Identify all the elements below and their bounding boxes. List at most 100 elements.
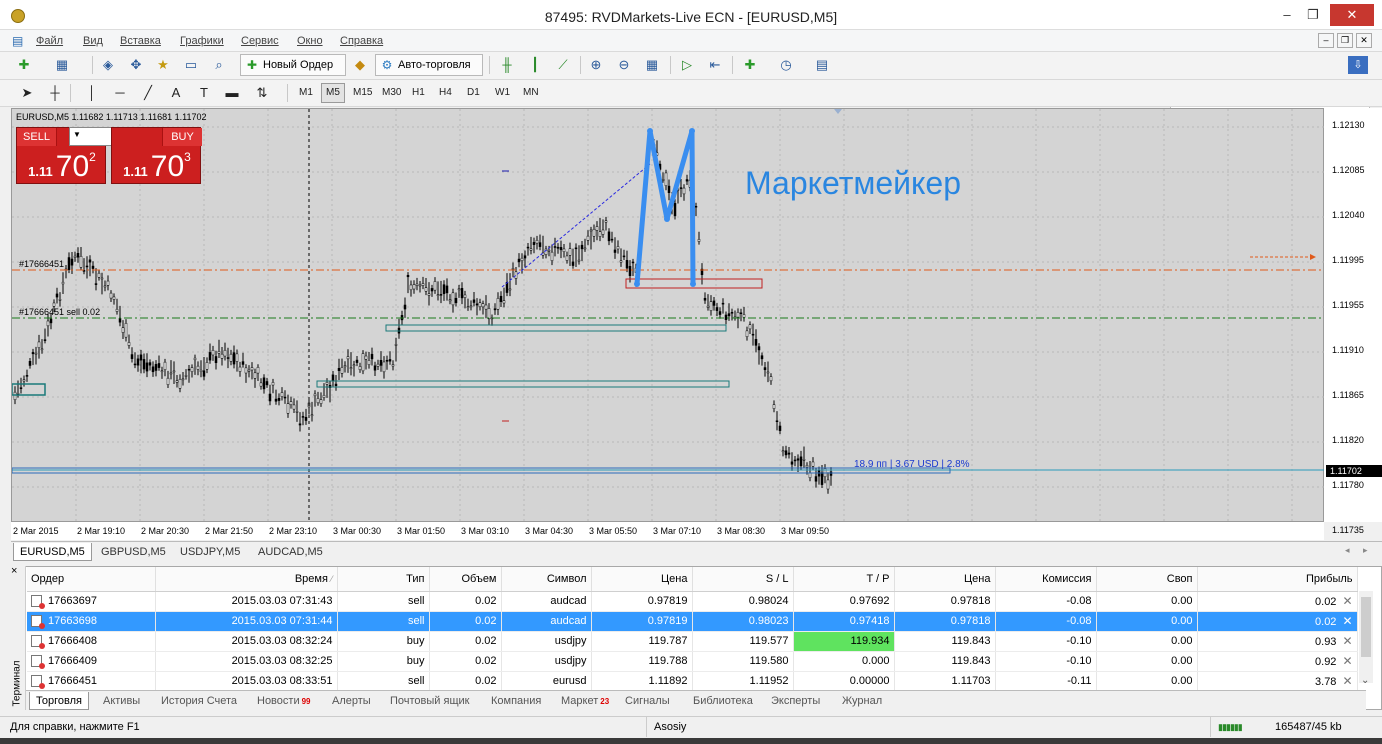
menu-help[interactable]: Справка <box>340 35 383 47</box>
col-type[interactable]: Тип <box>337 567 430 592</box>
terminal-tab[interactable]: Библиотека <box>687 692 759 710</box>
auto-scroll-icon[interactable]: ▷ <box>677 55 697 75</box>
timeframe-m5[interactable]: M5 <box>321 83 345 103</box>
menu-file[interactable]: Файл <box>36 35 63 47</box>
menu-tools[interactable]: Сервис <box>241 35 279 47</box>
col-commission[interactable]: Комиссия <box>995 567 1097 592</box>
favorites-icon[interactable]: ★ <box>153 55 173 75</box>
table-row[interactable]: 17666408 2015.03.03 08:32:24 buy 0.02 usdjpy… <box>27 631 1358 652</box>
terminal-tab[interactable]: Компания <box>485 692 547 710</box>
trendline-icon[interactable]: ╱ <box>138 83 158 103</box>
col-symbol[interactable]: Символ <box>501 567 592 592</box>
timeframe-h4[interactable]: H4 <box>434 83 457 103</box>
timeframe-w1[interactable]: W1 <box>490 83 515 103</box>
col-swap[interactable]: Своп <box>1096 567 1198 592</box>
document-icon[interactable]: ▤ <box>12 34 23 48</box>
text-tool-icon[interactable]: A <box>166 83 186 103</box>
line-chart-icon[interactable]: ⟋ <box>553 55 573 75</box>
volume-down-icon[interactable]: ▼ <box>73 130 81 139</box>
timeframe-h1[interactable]: H1 <box>407 83 430 103</box>
zoom-in-icon[interactable]: ⊕ <box>586 55 606 75</box>
tab-gbpusd-m5[interactable]: GBPUSD,M5 <box>95 543 172 561</box>
profiles-icon[interactable]: ▦ <box>52 55 72 75</box>
terminal-tab[interactable]: Журнал <box>836 692 888 710</box>
tab-usdjpy-m5[interactable]: USDJPY,M5 <box>174 543 246 561</box>
terminal-tab[interactable]: Маркет 23 <box>555 692 615 710</box>
metaeditor-icon[interactable]: ◆ <box>350 55 370 75</box>
price-scale[interactable]: 1.12130 1.12085 1.12040 1.11995 1.11955 1.119… <box>1324 108 1382 625</box>
market-watch-icon[interactable]: ◈ <box>98 55 118 75</box>
table-row[interactable]: 17663697 2015.03.03 07:31:43 sell 0.02 audca… <box>27 591 1358 612</box>
terminal-icon[interactable]: ▭ <box>181 55 201 75</box>
close-order-icon[interactable]: ✕ <box>1342 654 1352 668</box>
menu-insert[interactable]: Вставка <box>120 35 161 47</box>
candlesticks-icon[interactable]: ┃ <box>525 55 545 75</box>
col-tp[interactable]: T / P <box>793 567 895 592</box>
scroll-down-icon[interactable]: ⌄ <box>1361 675 1369 686</box>
tile-windows-icon[interactable]: ▦ <box>642 55 662 75</box>
child-restore-button[interactable]: ❐ <box>1337 33 1353 48</box>
zoom-out-icon[interactable]: ⊖ <box>614 55 634 75</box>
bar-chart-icon[interactable]: ╫ <box>497 55 517 75</box>
signals-icon[interactable]: ⇩ <box>1348 56 1368 74</box>
menu-window[interactable]: Окно <box>297 35 323 47</box>
tab-scroll-right-icon[interactable]: ▸ <box>1363 545 1368 556</box>
close-order-icon[interactable]: ✕ <box>1342 634 1352 648</box>
terminal-tab[interactable]: Новости 99 <box>251 692 317 710</box>
terminal-tab[interactable]: Алерты <box>326 692 377 710</box>
tab-scroll-left-icon[interactable]: ◂ <box>1345 545 1350 556</box>
chart-annotation[interactable]: Маркетмейкер <box>745 165 961 202</box>
time-scale[interactable]: 2 Mar 2015 2 Mar 19:10 2 Mar 20:30 2 Mar 21… <box>11 522 1324 540</box>
timeframe-m1[interactable]: M1 <box>294 83 318 103</box>
navigator-icon[interactable]: ✥ <box>126 55 146 75</box>
new-order-button[interactable]: ✚ Новый Ордер <box>240 54 346 76</box>
child-minimize-button[interactable]: – <box>1318 33 1334 48</box>
periods-icon[interactable]: ◷ <box>776 55 796 75</box>
table-scrollbar[interactable] <box>1359 591 1373 683</box>
col-order[interactable]: Ордер <box>27 567 156 592</box>
indicators-icon[interactable]: ✚ <box>740 55 760 75</box>
sell-button[interactable]: SELL <box>17 128 57 146</box>
col-volume[interactable]: Объем <box>429 567 502 592</box>
col-price[interactable]: Цена <box>894 567 996 592</box>
restore-button[interactable]: ❐ <box>1298 4 1328 26</box>
col-sl[interactable]: S / L <box>692 567 794 592</box>
close-order-icon[interactable]: ✕ <box>1342 614 1352 628</box>
chart-shift-icon[interactable]: ⇤ <box>705 55 725 75</box>
scrollbar-thumb[interactable] <box>1361 597 1371 657</box>
close-order-icon[interactable]: ✕ <box>1342 674 1352 688</box>
strategy-tester-icon[interactable]: ⌕ <box>209 55 229 75</box>
table-row[interactable]: 17666451 2015.03.03 08:33:51 sell 0.02 eurus… <box>27 671 1358 692</box>
close-order-icon[interactable]: ✕ <box>1342 594 1352 608</box>
chart-canvas[interactable] <box>12 109 1325 523</box>
text-label-icon[interactable]: T <box>194 83 214 103</box>
col-time[interactable]: Время ⁄ <box>155 567 338 592</box>
terminal-tab[interactable]: Эксперты <box>765 692 826 710</box>
terminal-tab[interactable]: Торговля <box>29 692 89 710</box>
autotrading-button[interactable]: ⚙ Авто-торговля <box>375 54 483 76</box>
templates-icon[interactable]: ▤ <box>812 55 832 75</box>
buy-box[interactable]: BUY 1.11 703 <box>111 127 202 184</box>
table-row[interactable]: 17663698 2015.03.03 07:31:44 sell 0.02 audca… <box>27 611 1358 632</box>
arrows-icon[interactable]: ⇅ <box>252 83 272 103</box>
timeframe-d1[interactable]: D1 <box>462 83 485 103</box>
label-icon[interactable]: ▬ <box>222 83 242 103</box>
col-profit[interactable]: Прибыль <box>1197 567 1358 592</box>
menu-view[interactable]: Вид <box>83 35 103 47</box>
new-chart-icon[interactable]: ✚ <box>14 55 34 75</box>
terminal-tab[interactable]: Активы <box>97 692 146 710</box>
timeframe-m15[interactable]: M15 <box>348 83 377 103</box>
timeframe-m30[interactable]: M30 <box>377 83 406 103</box>
terminal-tab[interactable]: Почтовый ящик <box>384 692 475 710</box>
terminal-close-icon[interactable]: × <box>11 565 17 577</box>
child-close-button[interactable]: ✕ <box>1356 33 1372 48</box>
table-row[interactable]: 17666409 2015.03.03 08:32:25 buy 0.02 usdjpy… <box>27 651 1358 672</box>
col-open-price[interactable]: Цена <box>591 567 693 592</box>
crosshair-icon[interactable]: ┼ <box>45 83 65 103</box>
cursor-icon[interactable]: ➤ <box>17 83 37 103</box>
price-chart[interactable]: EURUSD,M5 1.11682 1.11713 1.11681 1.1170… <box>11 108 1325 523</box>
tab-audcad-m5[interactable]: AUDCAD,M5 <box>252 543 329 561</box>
buy-button[interactable]: BUY <box>162 128 202 146</box>
close-button[interactable]: ✕ <box>1330 4 1374 26</box>
terminal-tab[interactable]: Сигналы <box>619 692 676 710</box>
